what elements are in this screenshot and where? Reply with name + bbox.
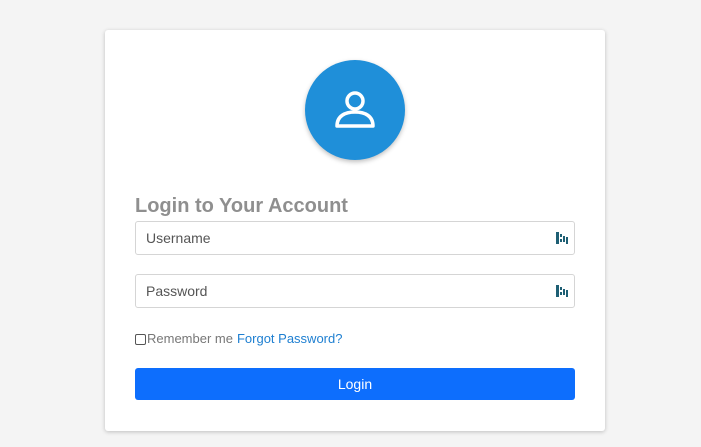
page-title: Login to Your Account [135,195,348,217]
username-field[interactable] [135,221,575,255]
forgot-password-link[interactable]: Forgot Password? [237,331,343,347]
remember-me-checkbox[interactable] [135,333,146,345]
login-card: Login to Your Account Remember me Forgot… [105,30,605,431]
remember-row: Remember me Forgot Password? [135,331,342,347]
avatar [305,60,405,160]
password-field[interactable] [135,274,575,308]
remember-me-label[interactable]: Remember me [147,331,233,347]
user-icon [335,91,375,128]
password-manager-icon[interactable] [556,231,568,245]
password-input[interactable] [136,275,536,307]
login-button[interactable]: Login [135,368,575,400]
password-manager-icon[interactable] [556,284,568,298]
username-input[interactable] [136,222,536,254]
